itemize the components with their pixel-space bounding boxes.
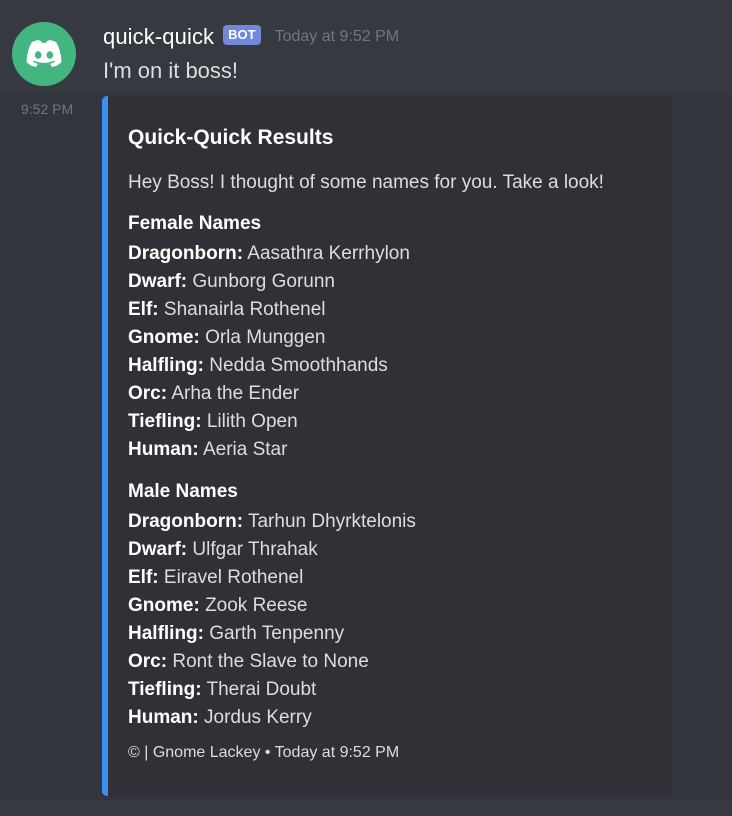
entry-race: Tiefling:: [128, 411, 202, 432]
entry-race: Human:: [128, 439, 199, 460]
embed-description: Hey Boss! I thought of some names for yo…: [128, 172, 604, 193]
avatar[interactable]: [12, 22, 76, 86]
entry-name: Jordus Kerry: [204, 707, 312, 728]
field-entry: Tiefling: Lilith Open: [128, 408, 410, 436]
field-entry: Orc: Arha the Ender: [128, 380, 410, 408]
discord-logo-icon: [26, 40, 62, 67]
entry-name: Therai Doubt: [206, 679, 317, 700]
entry-name: Gunborg Gorunn: [192, 271, 335, 292]
embed-card: Quick-Quick Results Hey Boss! I thought …: [102, 96, 672, 796]
entry-name: Shanairla Rothenel: [163, 299, 326, 320]
field-entry: Elf: Shanairla Rothenel: [128, 296, 410, 324]
entry-race: Elf:: [128, 567, 159, 588]
bot-tag: BOT: [223, 25, 261, 45]
entry-race: Dwarf:: [128, 539, 188, 560]
channel-bottom-area: [0, 800, 732, 816]
entry-name: Arha the Ender: [171, 383, 300, 404]
field-entry: Halfling: Nedda Smoothhands: [128, 352, 410, 380]
embed-title: Quick-Quick Results: [128, 126, 334, 149]
field-entry: Dwarf: Ulfgar Thrahak: [128, 536, 416, 564]
entry-race: Orc:: [128, 383, 168, 404]
field-entry: Human: Jordus Kerry: [128, 704, 416, 732]
entry-race: Tiefling:: [128, 679, 202, 700]
field-title: Male Names: [128, 481, 238, 502]
entry-race: Gnome:: [128, 595, 200, 616]
entry-race: Gnome:: [128, 327, 200, 348]
field-entry: Dragonborn: Tarhun Dhyrktelonis: [128, 508, 416, 536]
side-timestamp: 9:52 PM: [21, 101, 74, 117]
entry-name: Aeria Star: [202, 439, 288, 460]
embed-footer: © | Gnome Lackey • Today at 9:52 PM: [128, 744, 400, 761]
entry-race: Halfling:: [128, 623, 204, 644]
field-entry: Tiefling: Therai Doubt: [128, 676, 416, 704]
entry-race: Dwarf:: [128, 271, 188, 292]
entry-race: Dragonborn:: [128, 511, 244, 532]
message-text: I'm on it boss!: [103, 58, 239, 83]
field-entry: Elf: Eiravel Rothenel: [128, 564, 416, 592]
field-entry: Halfling: Garth Tenpenny: [128, 620, 416, 648]
entry-race: Dragonborn:: [128, 243, 244, 264]
embed-field-male: Male Names Dragonborn: Tarhun Dhyrktelon…: [128, 478, 416, 732]
entry-name: Ront the Slave to None: [172, 651, 369, 672]
username[interactable]: quick-quick: [103, 24, 214, 50]
entry-name: Eiravel Rothenel: [163, 567, 304, 588]
field-entry: Dwarf: Gunborg Gorunn: [128, 268, 410, 296]
entry-name: Zook Reese: [205, 595, 308, 616]
field-entry: Orc: Ront the Slave to None: [128, 648, 416, 676]
field-entry: Dragonborn: Aasathra Kerrhylon: [128, 240, 410, 268]
entry-name: Aasathra Kerrhylon: [247, 243, 410, 264]
field-entry: Gnome: Orla Munggen: [128, 324, 410, 352]
entry-name: Orla Munggen: [205, 327, 326, 348]
entry-name: Tarhun Dhyrktelonis: [247, 511, 416, 532]
message-timestamp: Today at 9:52 PM: [274, 28, 400, 45]
embed-field-female: Female Names Dragonborn: Aasathra Kerrhy…: [128, 210, 410, 464]
field-entry: Human: Aeria Star: [128, 436, 410, 464]
entry-race: Human:: [128, 707, 199, 728]
field-title: Female Names: [128, 213, 262, 234]
entry-race: Halfling:: [128, 355, 204, 376]
field-entry: Gnome: Zook Reese: [128, 592, 416, 620]
entry-name: Ulfgar Thrahak: [192, 539, 318, 560]
entry-name: Garth Tenpenny: [209, 623, 345, 644]
message-header: quick-quick BOT Today at 9:52 PM: [103, 22, 399, 52]
entry-name: Nedda Smoothhands: [209, 355, 388, 376]
entry-race: Orc:: [128, 651, 168, 672]
entry-name: Lilith Open: [206, 411, 298, 432]
entry-race: Elf:: [128, 299, 159, 320]
